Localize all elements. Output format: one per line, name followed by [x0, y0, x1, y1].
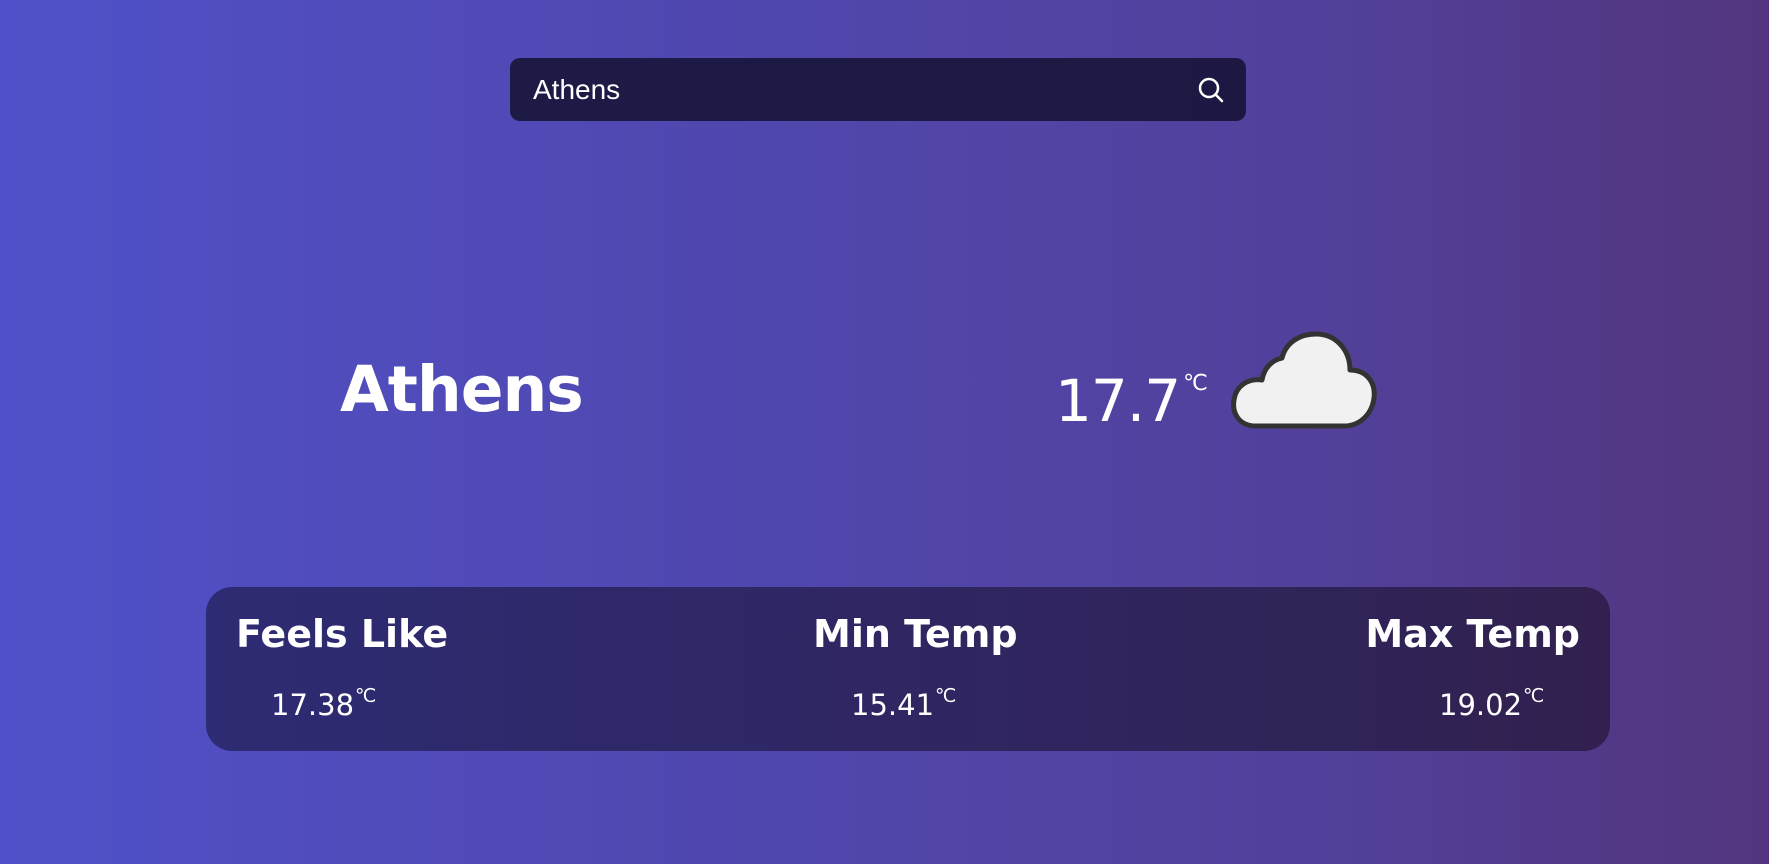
min-temp-label: Min Temp: [813, 612, 1018, 656]
search-input[interactable]: [533, 58, 1196, 121]
min-temp-unit: ℃: [935, 685, 957, 707]
feels-like-number: 17.38: [271, 688, 355, 722]
max-temp-value: 19.02 ℃: [1439, 687, 1544, 723]
city-name: Athens: [340, 353, 584, 426]
current-temperature: 17.7 ℃: [1055, 368, 1208, 434]
stats-panel: Feels Like 17.38 ℃ Min Temp 15.41 ℃ Max …: [206, 587, 1610, 751]
max-temp-unit: ℃: [1523, 685, 1545, 707]
feels-like-label: Feels Like: [236, 612, 449, 656]
search-icon[interactable]: [1196, 75, 1226, 105]
search-bar: [510, 58, 1246, 121]
temperature-unit: ℃: [1183, 371, 1208, 396]
temperature-value: 17.7: [1055, 367, 1181, 435]
feels-like-unit: ℃: [355, 685, 377, 707]
max-temp-number: 19.02: [1439, 688, 1523, 722]
max-temp-label: Max Temp: [1365, 612, 1580, 656]
min-temp-number: 15.41: [851, 688, 935, 722]
feels-like-value: 17.38 ℃: [271, 687, 376, 723]
cloud-icon: [1231, 331, 1377, 429]
min-temp-value: 15.41 ℃: [851, 687, 956, 723]
